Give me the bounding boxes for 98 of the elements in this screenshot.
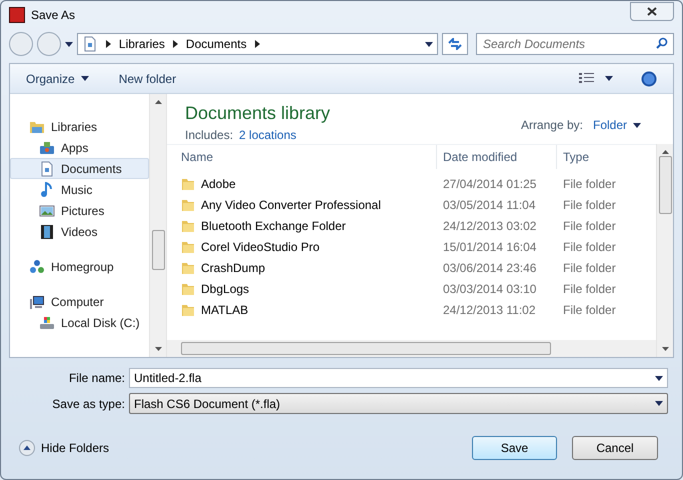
folder-icon [181, 240, 195, 254]
computer-icon [29, 294, 45, 310]
file-name[interactable]: Adobe [201, 174, 236, 192]
scroll-up-icon[interactable] [154, 100, 162, 104]
file-name-label: File name: [68, 370, 126, 387]
organize-button[interactable]: Organize [26, 70, 89, 88]
app-icon [9, 7, 25, 23]
nav-item[interactable]: Videos [10, 221, 149, 242]
type-cell-text: File folder [562, 260, 617, 276]
date-cell-text: 03/05/2014 11:04 [442, 196, 537, 214]
file-name[interactable]: Any Video Converter Professional [201, 196, 381, 214]
music-note-icon [39, 182, 55, 198]
arrange-label: Arrange by: [520, 117, 583, 134]
type-cell-text: File folder [562, 280, 617, 298]
search-field[interactable]: Search Documents [476, 33, 674, 55]
folder-icon [181, 282, 195, 296]
date-cell-text: 03/03/2014 03:10 [442, 280, 538, 298]
file-name[interactable]: Bluetooth Exchange Folder [201, 216, 346, 234]
chevron-right-icon [254, 40, 260, 48]
column-header[interactable]: Name [167, 145, 437, 169]
new-folder-button[interactable]: New folder [118, 70, 176, 88]
caret-icon [605, 76, 613, 81]
save-button[interactable]: Save [472, 436, 557, 460]
nav-item[interactable]: Computer [10, 291, 149, 312]
nav-item[interactable]: Homegroup [10, 256, 149, 277]
date-cell-text: 24/12/2013 11:02 [442, 302, 537, 318]
picture-icon [39, 202, 55, 218]
library-title: Documents library [185, 102, 330, 124]
film-icon [39, 224, 55, 240]
back-button[interactable] [9, 32, 33, 56]
cancel-button[interactable]: Cancel [572, 436, 658, 460]
includes-label: Includes: [185, 127, 234, 144]
folder-icon [181, 198, 195, 212]
document-icon [39, 160, 55, 176]
hide-folders-button[interactable]: Hide Folders [19, 439, 110, 457]
breadcrumb[interactable]: Documents [186, 35, 247, 53]
homegroup-icon [29, 258, 45, 274]
chevron-right-icon [172, 40, 178, 48]
close-button[interactable] [630, 2, 674, 20]
folder-icon [181, 218, 195, 232]
close-icon [647, 6, 657, 16]
history-caret-icon [64, 42, 73, 46]
chevron-right-icon [106, 40, 111, 48]
refresh-button[interactable] [442, 33, 468, 55]
scrollbar[interactable] [656, 144, 673, 357]
drive-icon [39, 314, 55, 330]
caret-icon [655, 376, 663, 381]
horizontal-scrollbar[interactable] [167, 340, 656, 357]
scroll-up-icon[interactable] [662, 150, 668, 154]
folder-icon [181, 260, 195, 274]
scroll-down-icon[interactable] [662, 347, 668, 351]
save-type-dropdown[interactable]: Flash CS6 Document (*.fla) [129, 393, 668, 414]
nav-item[interactable]: Music [10, 179, 149, 200]
date-cell-text: 24/12/2013 03:02 [442, 218, 538, 234]
file-name[interactable]: DbgLogs [201, 280, 250, 298]
nav-item[interactable]: Documents [10, 158, 149, 179]
view-list-icon [579, 72, 595, 84]
caret-icon [655, 401, 663, 406]
search-icon [656, 37, 668, 49]
document-icon [82, 36, 98, 52]
scroll-down-icon[interactable] [154, 347, 162, 351]
date-cell-text: 27/04/2014 01:25 [442, 176, 538, 192]
nav-item[interactable]: Pictures [10, 200, 149, 221]
address-bar[interactable]: Libraries Documents [76, 33, 438, 55]
type-cell-text: File folder [562, 176, 617, 192]
scroll-thumb[interactable] [658, 156, 672, 214]
column-header[interactable]: Type [557, 145, 656, 169]
date-cell-text: 03/06/2014 23:46 [442, 260, 538, 276]
scroll-thumb[interactable] [181, 342, 551, 355]
file-name-field[interactable]: Untitled-2.fla [129, 368, 668, 388]
forward-button[interactable] [36, 32, 61, 56]
type-cell-text: File folder [562, 302, 617, 318]
file-name[interactable]: Corel VideoStudio Pro [201, 238, 320, 256]
scroll-thumb[interactable] [152, 230, 164, 270]
save-type-label: Save as type: [51, 396, 126, 412]
type-cell-text: File folder [562, 238, 617, 256]
caret-icon [425, 42, 434, 46]
nav-item[interactable]: Local Disk (C:) [10, 312, 149, 333]
window-title: Save As [31, 7, 76, 24]
date-cell-text: 15/01/2014 16:04 [442, 238, 538, 256]
folder-icon [181, 302, 195, 316]
locations-link[interactable]: 2 locations [239, 126, 296, 144]
file-name[interactable]: CrashDump [201, 258, 266, 276]
refresh-icon [448, 38, 462, 50]
folder-icon [181, 176, 195, 190]
type-cell-text: File folder [562, 218, 617, 234]
breadcrumb[interactable]: Libraries [118, 35, 165, 53]
column-header[interactable]: Date modified [437, 145, 557, 169]
caret-icon [80, 76, 89, 81]
nav-item[interactable]: Apps [10, 137, 149, 158]
nav-item[interactable]: Libraries [10, 116, 149, 137]
toolbox-icon [39, 140, 55, 156]
caret-icon [633, 122, 641, 128]
collapse-icon [19, 440, 35, 456]
file-name[interactable]: MATLAB [201, 300, 248, 318]
arrange-dropdown[interactable]: Folder [592, 116, 641, 134]
scrollbar[interactable] [149, 94, 166, 357]
type-cell-text: File folder [562, 196, 617, 214]
